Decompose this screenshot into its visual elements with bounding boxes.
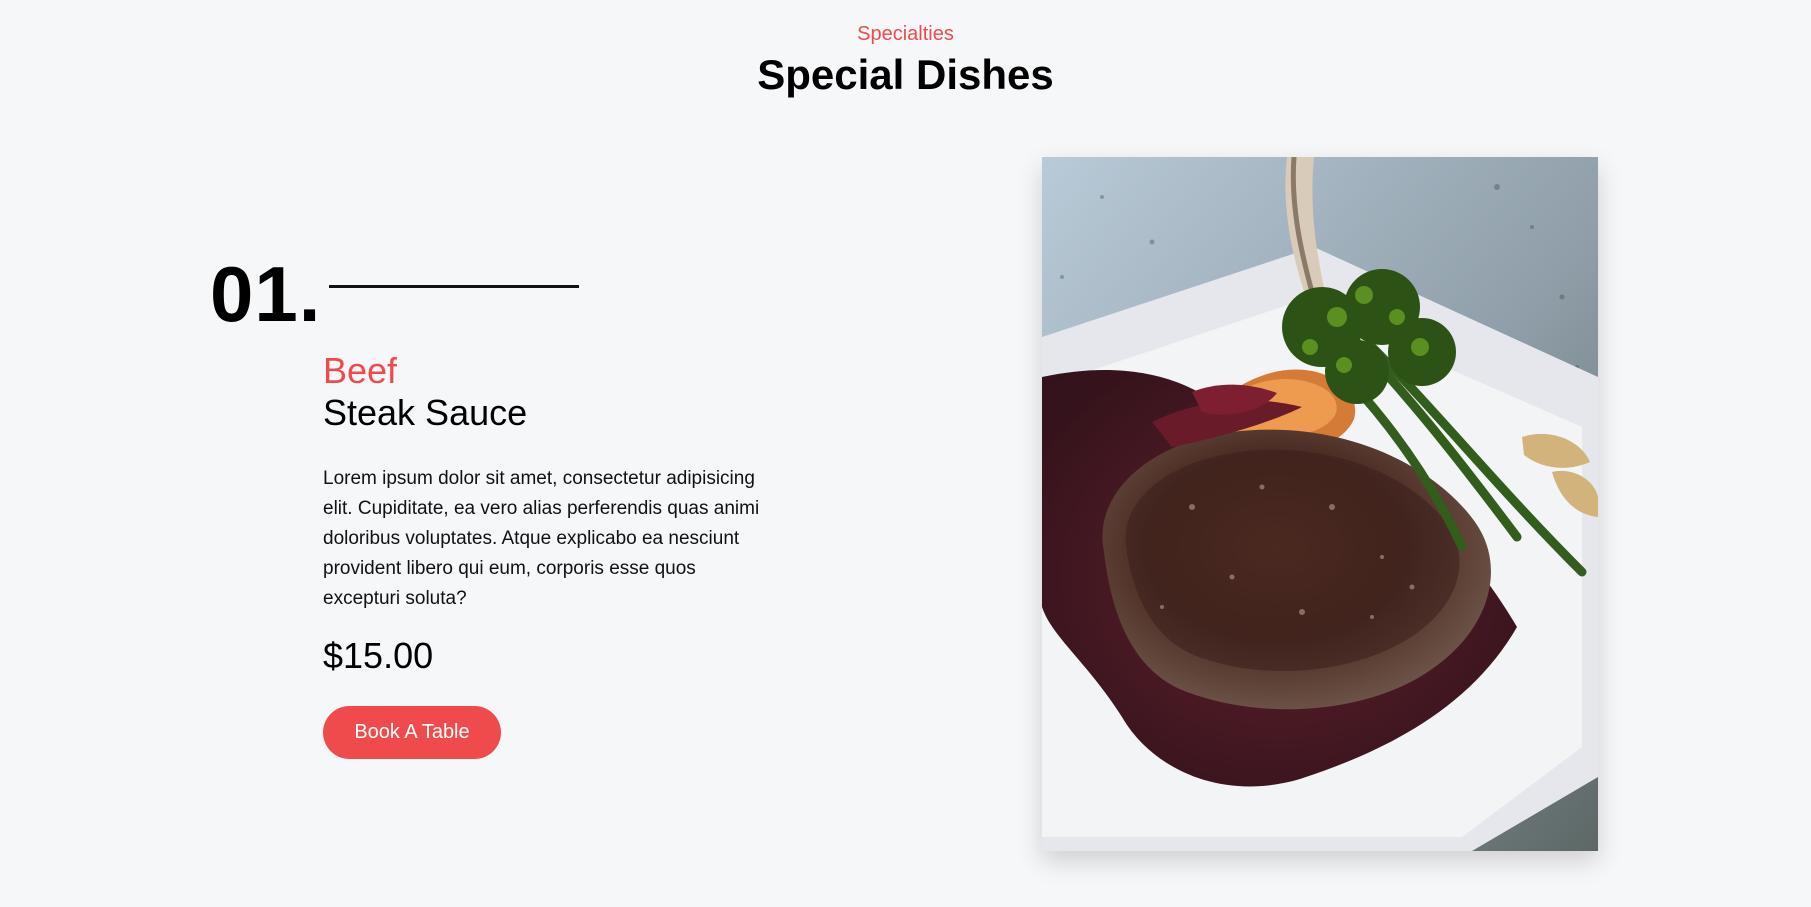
dish-info: Beef Steak Sauce Lorem ipsum dolor sit a… [323, 350, 763, 759]
dish-number: 01. [210, 250, 322, 338]
steak-dish-image [1042, 157, 1598, 851]
section-kicker: Specialties [857, 23, 954, 45]
number-divider-line [329, 284, 580, 288]
section-title: Special Dishes [757, 51, 1054, 98]
dish-photo [1042, 157, 1598, 851]
section-header: Specialties Special Dishes [0, 22, 1811, 100]
dish-description: Lorem ipsum dolor sit amet, consectetur … [323, 468, 760, 609]
book-a-table-button[interactable]: Book A Table [323, 706, 501, 759]
dish-number-row: 01. [210, 250, 580, 338]
dish-name: Steak Sauce [323, 392, 528, 433]
dish-price: $15.00 [323, 635, 434, 676]
dish-category: Beef [323, 350, 398, 391]
